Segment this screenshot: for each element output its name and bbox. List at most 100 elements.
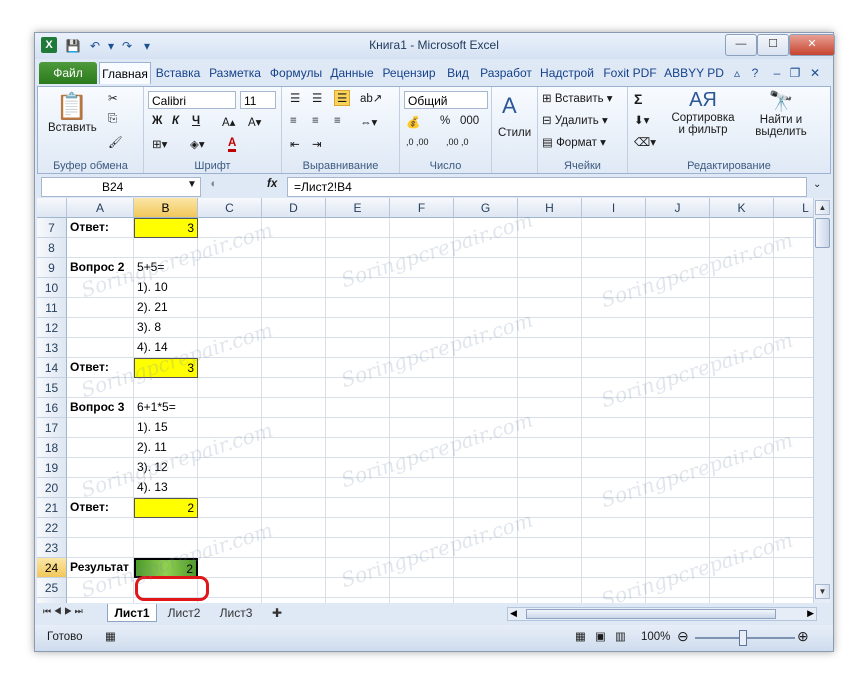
cell[interactable] xyxy=(262,218,326,238)
cell-b[interactable]: 2 xyxy=(134,558,198,578)
fill-icon[interactable]: ⬇▾ xyxy=(634,113,649,127)
zoom-slider-thumb[interactable] xyxy=(739,630,747,646)
formula-input[interactable]: =Лист2!B4 xyxy=(287,177,807,197)
cell[interactable] xyxy=(198,418,262,438)
font-size-select[interactable]: 11 xyxy=(240,91,276,109)
cell[interactable] xyxy=(774,258,813,278)
cell[interactable] xyxy=(518,538,582,558)
cell-b[interactable]: 1). 15 xyxy=(134,418,198,438)
cell[interactable] xyxy=(710,418,774,438)
tab-review[interactable]: Рецензир xyxy=(379,62,439,84)
cell[interactable] xyxy=(454,258,518,278)
cell[interactable] xyxy=(326,218,390,238)
row-header[interactable]: 13 xyxy=(37,338,67,358)
cell[interactable] xyxy=(390,238,454,258)
tab-home[interactable]: Главная xyxy=(99,62,151,84)
row-header[interactable]: 10 xyxy=(37,278,67,298)
cell[interactable] xyxy=(710,358,774,378)
macro-record-icon[interactable]: ▦ xyxy=(105,629,116,643)
cell[interactable] xyxy=(582,298,646,318)
cell[interactable] xyxy=(518,318,582,338)
group-styles[interactable]: A Стили xyxy=(492,87,538,173)
workbook-restore-icon[interactable]: ❐ xyxy=(787,65,803,81)
cell[interactable] xyxy=(454,498,518,518)
cell[interactable] xyxy=(262,438,326,458)
row-header[interactable]: 12 xyxy=(37,318,67,338)
column-header[interactable]: I xyxy=(582,198,646,218)
row-header[interactable]: 15 xyxy=(37,378,67,398)
cell-b[interactable]: 5+5= xyxy=(134,258,198,278)
row-header[interactable]: 22 xyxy=(37,518,67,538)
cell[interactable] xyxy=(390,458,454,478)
row-header[interactable]: 17 xyxy=(37,418,67,438)
clear-icon[interactable]: ⌫▾ xyxy=(634,135,656,149)
tab-insert[interactable]: Вставка xyxy=(153,62,203,84)
cell[interactable] xyxy=(326,498,390,518)
cell[interactable] xyxy=(198,318,262,338)
row-header[interactable]: 14 xyxy=(37,358,67,378)
cell[interactable] xyxy=(518,398,582,418)
cell[interactable] xyxy=(518,258,582,278)
column-header[interactable]: H xyxy=(518,198,582,218)
font-name-select[interactable]: Calibri xyxy=(148,91,236,109)
increase-decimal-button[interactable]: ,0 ,00 xyxy=(406,137,429,147)
column-header[interactable]: L xyxy=(774,198,813,218)
cell[interactable] xyxy=(518,278,582,298)
cell[interactable] xyxy=(518,238,582,258)
cell[interactable] xyxy=(454,358,518,378)
row-header[interactable]: 24 xyxy=(37,558,67,578)
cell[interactable] xyxy=(454,318,518,338)
cell[interactable] xyxy=(646,438,710,458)
cell[interactable] xyxy=(262,358,326,378)
cell[interactable] xyxy=(198,238,262,258)
cell[interactable] xyxy=(198,298,262,318)
tab-abbyy-pdf[interactable]: ABBYY PD xyxy=(663,62,725,84)
ribbon-minimize-icon[interactable]: ▵ xyxy=(729,65,745,81)
cell[interactable] xyxy=(774,358,813,378)
cell-a[interactable] xyxy=(67,318,134,338)
name-box-dropdown-icon[interactable]: ▼ xyxy=(187,179,197,190)
cell-b[interactable] xyxy=(134,238,198,258)
cell[interactable] xyxy=(454,338,518,358)
cell[interactable] xyxy=(518,378,582,398)
cell[interactable] xyxy=(198,378,262,398)
cell[interactable] xyxy=(390,258,454,278)
cell[interactable] xyxy=(326,438,390,458)
cell[interactable] xyxy=(262,498,326,518)
page-break-view-icon[interactable]: ▥ xyxy=(615,629,626,643)
cell[interactable] xyxy=(646,218,710,238)
cell[interactable] xyxy=(326,458,390,478)
cell[interactable] xyxy=(262,538,326,558)
cell[interactable] xyxy=(774,218,813,238)
cell[interactable] xyxy=(326,418,390,438)
increase-indent-icon[interactable]: ⇥ xyxy=(312,137,322,151)
cell[interactable] xyxy=(518,598,582,603)
cell[interactable] xyxy=(646,458,710,478)
cell[interactable] xyxy=(326,258,390,278)
tab-formulas[interactable]: Формулы xyxy=(267,62,325,84)
font-grow-icon[interactable]: A▴ xyxy=(222,115,235,129)
zoom-level[interactable]: 100% xyxy=(641,631,670,643)
cell[interactable] xyxy=(710,318,774,338)
cell[interactable] xyxy=(582,538,646,558)
cell[interactable] xyxy=(774,578,813,598)
cell[interactable] xyxy=(454,218,518,238)
delete-cells-button[interactable]: ⊟ Удалить ▾ xyxy=(542,113,608,127)
cell[interactable] xyxy=(582,598,646,603)
cell[interactable] xyxy=(710,558,774,578)
cell[interactable] xyxy=(390,498,454,518)
find-select-button[interactable]: 🔭 Найти и выделить xyxy=(746,89,816,138)
cell-a[interactable] xyxy=(67,338,134,358)
cell[interactable] xyxy=(582,498,646,518)
cell[interactable] xyxy=(646,398,710,418)
cell[interactable] xyxy=(326,598,390,603)
cell[interactable] xyxy=(518,438,582,458)
cell[interactable] xyxy=(774,238,813,258)
column-header[interactable]: C xyxy=(198,198,262,218)
cell[interactable] xyxy=(198,478,262,498)
cell[interactable] xyxy=(326,578,390,598)
cell[interactable] xyxy=(198,538,262,558)
cell[interactable] xyxy=(198,458,262,478)
cell[interactable] xyxy=(262,458,326,478)
cell[interactable] xyxy=(582,418,646,438)
